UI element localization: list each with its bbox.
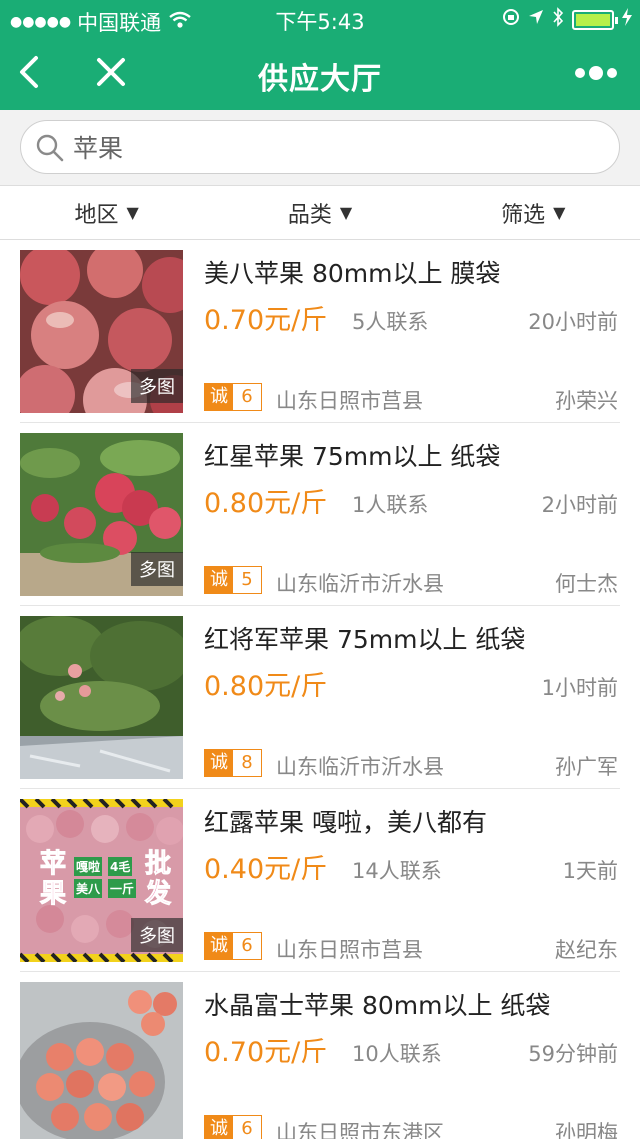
listing-title: 红将军苹果 75mm以上 纸袋: [204, 625, 526, 654]
listing-price: 0.80元/斤: [204, 671, 328, 702]
listing-location: 山东日照市莒县: [276, 389, 423, 413]
credit-badge: 诚 8: [204, 749, 262, 777]
listing-location: 山东日照市东港区: [276, 1121, 444, 1139]
listing-title: 红星苹果 75mm以上 纸袋: [204, 442, 501, 471]
listing-location: 山东临沂市沂水县: [276, 572, 444, 596]
filter-bar: 地区 ▼ 品类 ▼ 筛选 ▼: [0, 186, 640, 240]
post-time: 1小时前: [541, 676, 618, 700]
status-bar: ●●●●● 中国联通 下午5:43: [0, 0, 640, 38]
contact-count: 10人联系: [352, 1042, 442, 1066]
bluetooth-icon: [552, 7, 564, 32]
battery-icon: [572, 9, 618, 30]
post-time: 20小时前: [528, 310, 618, 334]
post-time: 1天前: [562, 859, 618, 883]
triangle-down-icon: ▼: [339, 203, 353, 222]
multi-image-tag: 多图: [131, 918, 183, 952]
poster-label: 4毛: [108, 857, 133, 876]
listing-title: 美八苹果 80mm以上 膜袋: [204, 259, 501, 288]
filter-label: 筛选: [501, 202, 546, 228]
triangle-down-icon: ▼: [553, 203, 566, 222]
filter-screen[interactable]: 筛选 ▼: [427, 186, 640, 239]
product-image: 苹 果 嘎啦 4毛 美八 一斤 批 发 多图: [20, 799, 183, 962]
header: ●●●●● 中国联通 下午5:43 供应大厅: [0, 0, 640, 110]
status-icons: [502, 7, 632, 32]
product-image: 多图: [20, 250, 183, 413]
post-time: 2小时前: [541, 493, 618, 517]
credit-level: 8: [233, 750, 261, 776]
listing-price: 0.70元/斤: [204, 1037, 328, 1068]
search-bar: [0, 110, 640, 186]
search-input[interactable]: [73, 129, 593, 165]
contact-count: 5人联系: [352, 310, 429, 334]
listing-title: 红露苹果 嘎啦，美八都有: [204, 808, 487, 837]
apple-basket-photo: [20, 982, 183, 1139]
listing-location: 山东日照市莒县: [276, 938, 423, 962]
page-title: 供应大厅: [258, 62, 382, 97]
product-image: 多图: [20, 433, 183, 596]
filter-label: 地区: [74, 202, 119, 228]
multi-image-tag: 多图: [131, 552, 183, 586]
triangle-down-icon: ▼: [126, 203, 139, 222]
credit-label: 诚: [205, 1116, 233, 1139]
product-image: [20, 982, 183, 1139]
credit-badge: 诚 6: [204, 932, 262, 960]
listing-item[interactable]: 多图 红星苹果 75mm以上 纸袋 0.80元/斤 1人联系 2小时前 诚 5 …: [0, 423, 640, 606]
listing-price: 0.70元/斤: [204, 305, 328, 336]
poster-label: 一斤: [108, 879, 137, 898]
multi-image-tag: 多图: [131, 369, 183, 403]
charging-icon: [622, 8, 632, 31]
listing-item[interactable]: 苹 果 嘎啦 4毛 美八 一斤 批 发 多图 红露苹果 嘎啦，美八都有 0.40…: [0, 789, 640, 972]
more-button[interactable]: [574, 58, 618, 88]
search-box[interactable]: [20, 120, 620, 174]
listing-item[interactable]: 红将军苹果 75mm以上 纸袋 0.80元/斤 1小时前 诚 8 山东临沂市沂水…: [0, 606, 640, 789]
credit-badge: 诚 6: [204, 1115, 262, 1139]
credit-label: 诚: [205, 384, 233, 410]
listing-location: 山东临沂市沂水县: [276, 755, 444, 779]
seller-name: 孙荣兴: [555, 389, 618, 413]
search-icon: [36, 134, 64, 162]
credit-level: 6: [233, 1116, 261, 1139]
orchard-photo: [20, 616, 183, 779]
credit-badge: 诚 6: [204, 383, 262, 411]
seller-name: 孙明梅: [555, 1121, 618, 1139]
filter-label: 品类: [287, 202, 332, 228]
seller-name: 何士杰: [555, 572, 618, 596]
poster-label: 嘎啦: [74, 857, 103, 876]
listing-price: 0.40元/斤: [204, 854, 328, 885]
contact-count: 14人联系: [352, 859, 442, 883]
poster-char: 发: [144, 879, 172, 910]
credit-label: 诚: [205, 933, 233, 959]
more-icon: [575, 66, 617, 80]
rotation-lock-icon: [502, 8, 520, 31]
filter-category[interactable]: 品类 ▼: [213, 186, 426, 239]
listing-item[interactable]: 多图 美八苹果 80mm以上 膜袋 0.70元/斤 5人联系 20小时前 诚 6…: [0, 240, 640, 423]
location-icon: [528, 9, 544, 30]
listing-item[interactable]: 水晶富士苹果 80mm以上 纸袋 0.70元/斤 10人联系 59分钟前 诚 6…: [0, 972, 640, 1139]
credit-label: 诚: [205, 567, 233, 593]
listing-price: 0.80元/斤: [204, 488, 328, 519]
poster-label: 美八: [74, 879, 103, 898]
credit-level: 6: [233, 933, 261, 959]
seller-name: 赵纪东: [555, 938, 618, 962]
post-time: 59分钟前: [528, 1042, 618, 1066]
credit-level: 6: [233, 384, 261, 410]
credit-label: 诚: [205, 750, 233, 776]
credit-badge: 诚 5: [204, 566, 262, 594]
nav-bar: 供应大厅: [0, 38, 640, 110]
contact-count: 1人联系: [352, 493, 429, 517]
seller-name: 孙广军: [555, 755, 618, 779]
product-image: [20, 616, 183, 779]
poster-char: 果: [39, 879, 67, 910]
listing-title: 水晶富士苹果 80mm以上 纸袋: [204, 991, 551, 1020]
credit-level: 5: [233, 567, 261, 593]
filter-region[interactable]: 地区 ▼: [0, 186, 213, 239]
